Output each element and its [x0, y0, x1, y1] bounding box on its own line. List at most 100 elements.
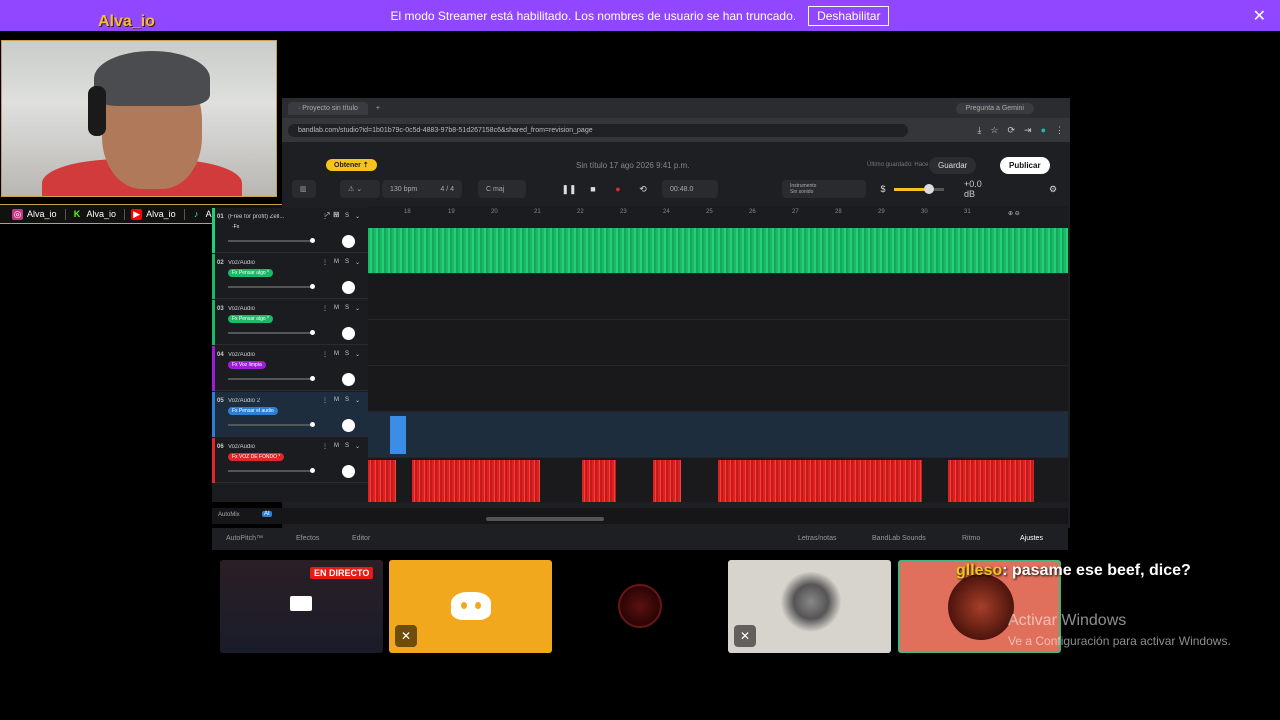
user-tile[interactable]: ✕ [728, 560, 891, 653]
mute-button[interactable]: M [334, 397, 339, 404]
track-volume-knob[interactable] [310, 284, 315, 289]
mute-button[interactable]: M [334, 259, 339, 266]
audio-clip[interactable] [653, 460, 681, 502]
pan-knob[interactable] [342, 465, 355, 478]
fx-chip[interactable]: Fx Pensar algo * [228, 269, 273, 277]
editor-button[interactable]: Editor [352, 535, 370, 542]
zoom-icon[interactable]: ⊕ ⊖ [1008, 210, 1020, 217]
master-volume-slider[interactable] [894, 188, 944, 191]
menu-icon[interactable]: ⋮ [1055, 125, 1064, 136]
close-icon[interactable]: ✕ [1253, 6, 1266, 26]
sounds-button[interactable]: BandLab Sounds [872, 535, 926, 542]
fx-chip[interactable]: Fx Voz limpia [228, 361, 266, 369]
lane-track-6[interactable] [368, 458, 1068, 502]
tool-icon[interactable]: ⤓ [977, 125, 981, 136]
instrument-selector[interactable]: Instrumento Sin sonido [782, 180, 866, 198]
mute-button[interactable]: M [334, 305, 339, 312]
pan-knob[interactable] [342, 373, 355, 386]
track-lanes[interactable] [368, 228, 1068, 502]
track-volume-slider[interactable] [228, 286, 314, 288]
track-volume-slider[interactable] [228, 470, 314, 472]
mute-button[interactable]: M [334, 351, 339, 358]
fx-chip[interactable]: ·Fx [228, 223, 243, 231]
track-menu-icon[interactable]: ⋮ [322, 351, 328, 358]
timeline-ruler[interactable]: 18 19 20 21 22 23 24 25 26 27 28 29 30 3… [368, 206, 1068, 228]
track-volume-slider[interactable] [228, 378, 314, 380]
lyrics-button[interactable]: Letras/notas [798, 535, 837, 542]
effects-button[interactable]: Efectos [296, 535, 319, 542]
key-selector[interactable]: C maj [478, 180, 526, 198]
solo-button[interactable]: S [345, 397, 349, 404]
track-header-2[interactable]: 02 Voz/Audio ⋮ M S ⌄ Fx Pensar algo * [212, 254, 368, 299]
settings-icon[interactable]: ⚙ [1046, 182, 1060, 196]
audio-clip[interactable] [390, 416, 406, 454]
audio-clip[interactable] [948, 460, 1034, 502]
track-name[interactable]: Voz/Audio [228, 306, 306, 312]
mute-button[interactable]: M [334, 443, 339, 450]
record-icon[interactable]: ● [611, 182, 625, 196]
pan-knob[interactable] [342, 327, 355, 340]
star-icon[interactable]: ☆ [990, 125, 998, 136]
screen-share-tile[interactable]: EN DIRECTO [220, 560, 383, 653]
mixer-icon[interactable]: ▥ [292, 180, 316, 198]
pan-knob[interactable] [342, 235, 355, 248]
track-volume-knob[interactable] [310, 468, 315, 473]
metronome-icon[interactable]: ⚠ ⌄ [340, 180, 380, 198]
track-header-6[interactable]: 06 Voz/Audio ⋮ M S ⌄ Fx VOZ DE FONDO * [212, 438, 368, 483]
track-volume-slider[interactable] [228, 240, 314, 242]
solo-button[interactable]: S [345, 259, 349, 266]
track-header-1[interactable]: 01 (Free for profit) Zell... ⋮ M S ⌄ ·Fx [212, 208, 368, 253]
lane-track-2[interactable] [368, 274, 1068, 320]
track-menu-icon[interactable]: ⋮ [322, 259, 328, 266]
audio-clip[interactable] [582, 460, 616, 502]
pan-knob[interactable] [342, 281, 355, 294]
chevron-down-icon[interactable]: ⌄ [355, 351, 360, 358]
track-name[interactable]: (Free for profit) Zell... [228, 214, 306, 220]
reload-icon[interactable]: ⟳ [1007, 125, 1015, 136]
stop-icon[interactable]: ■ [586, 182, 600, 196]
track-header-3[interactable]: 03 Voz/Audio ⋮ M S ⌄ Fx Pensar algo * [212, 300, 368, 345]
obtener-button[interactable]: Obtener ⇡ [326, 159, 377, 171]
lane-track-5[interactable] [368, 412, 1068, 458]
track-header-5[interactable]: 05 Voz/Audio 2 ⋮ M S ⌄ Fx Pensar el audio [212, 392, 368, 437]
track-name[interactable]: Voz/Audio [228, 260, 306, 266]
track-volume-slider[interactable] [228, 424, 314, 426]
chevron-down-icon[interactable]: ⌄ [355, 305, 360, 312]
track-volume-knob[interactable] [310, 330, 315, 335]
autopitch-button[interactable]: AutoPitch™ [226, 535, 263, 542]
discord-user-tile[interactable]: ✕ [389, 560, 552, 653]
fx-chip[interactable]: Fx Pensar el audio [228, 407, 278, 415]
solo-button[interactable]: S [345, 213, 349, 220]
audio-clip[interactable] [412, 460, 540, 502]
profile-icon[interactable]: ● [1041, 125, 1046, 136]
track-volume-knob[interactable] [310, 376, 315, 381]
horizontal-scrollbar[interactable]: AutoMix AI [212, 508, 1068, 524]
fx-chip[interactable]: Fx VOZ DE FONDO * [228, 453, 285, 461]
chevron-down-icon[interactable]: ⌄ [355, 443, 360, 450]
extension-icon[interactable]: ⇥ [1024, 125, 1032, 136]
track-volume-knob[interactable] [310, 422, 315, 427]
url-input[interactable]: bandlab.com/studio?id=1b01b79c-0c5d-4883… [288, 123, 908, 137]
loop-icon[interactable]: ⟲ [636, 182, 650, 196]
chevron-down-icon[interactable]: ⌄ [355, 259, 360, 266]
track-volume-slider[interactable] [228, 332, 314, 334]
browser-tab[interactable]: · Proyecto sin título [288, 101, 368, 115]
track-name[interactable]: Voz/Audio [228, 352, 306, 358]
track-header-4[interactable]: 04 Voz/Audio ⋮ M S ⌄ Fx Voz limpia [212, 346, 368, 391]
settings-button[interactable]: Ajustes [1020, 535, 1043, 542]
track-menu-icon[interactable]: ⋮ [322, 443, 328, 450]
pan-knob[interactable] [342, 419, 355, 432]
scroll-thumb[interactable] [486, 517, 604, 521]
track-menu-icon[interactable]: ⋮ [322, 305, 328, 312]
publish-button[interactable]: Publicar [1000, 156, 1050, 174]
audio-clip[interactable] [718, 460, 922, 502]
user-tile[interactable] [558, 560, 721, 653]
rhythm-button[interactable]: Ritmo [962, 535, 980, 542]
track-volume-knob[interactable] [310, 238, 315, 243]
chevron-down-icon[interactable]: ⌄ [355, 213, 360, 220]
mute-button[interactable]: M [334, 213, 339, 220]
track-menu-icon[interactable]: ⋮ [322, 397, 328, 404]
fx-chip[interactable]: Fx Pensar algo * [228, 315, 273, 323]
track-name[interactable]: Voz/Audio [228, 444, 306, 450]
track-name[interactable]: Voz/Audio 2 [228, 398, 306, 404]
